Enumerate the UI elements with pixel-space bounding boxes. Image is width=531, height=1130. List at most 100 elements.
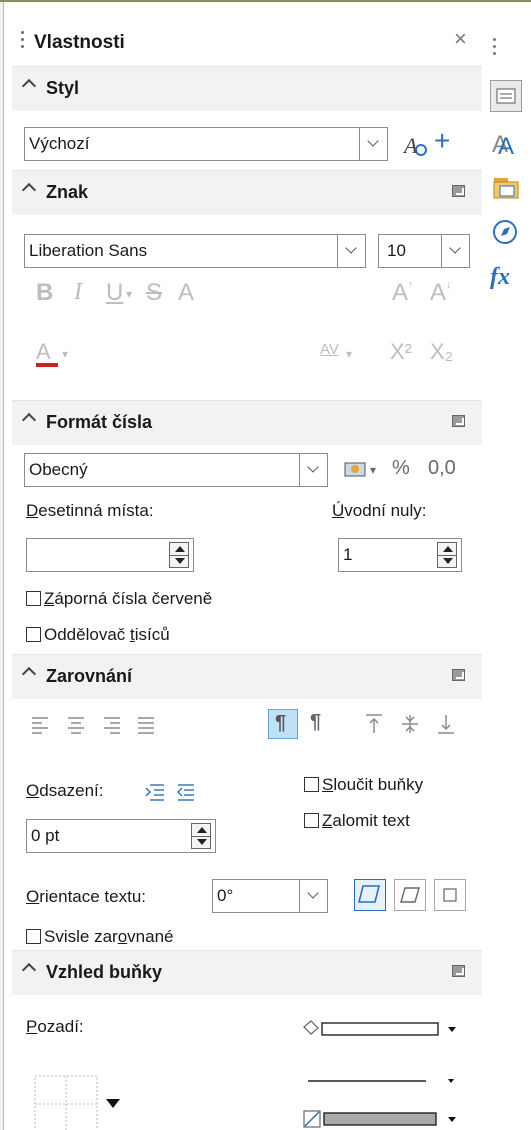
decimal-format-button[interactable]: 0,0 — [428, 457, 456, 480]
font-size-value: 10 — [387, 241, 406, 260]
dropdown-arrow-icon[interactable] — [448, 1027, 456, 1032]
section-title: Zarovnání — [46, 666, 133, 686]
underline-button[interactable]: U — [106, 279, 123, 307]
section-styl: Styl Výchozí A + — [12, 66, 482, 170]
ltr-direction-button[interactable]: ¶ — [268, 709, 298, 739]
dropdown-arrow-icon[interactable] — [106, 1099, 120, 1108]
more-options-icon[interactable] — [452, 185, 465, 197]
decrease-indent-icon[interactable] — [177, 784, 194, 801]
functions-tab[interactable]: fx — [490, 260, 522, 292]
tabbar-menu-icon[interactable] — [493, 38, 496, 59]
number-category-value: Obecný — [29, 460, 88, 479]
decimals-spinbox[interactable] — [26, 538, 194, 572]
chevron-down-icon[interactable] — [441, 235, 469, 267]
align-right-icon[interactable] — [104, 717, 120, 734]
section-header-styl[interactable]: Styl — [12, 67, 482, 111]
background-color-button[interactable] — [302, 1019, 462, 1039]
thousands-separator-checkbox[interactable]: Oddělovač tisíců — [26, 625, 170, 645]
chevron-down-icon[interactable] — [299, 880, 327, 912]
label-text: ozadí: — [37, 1017, 84, 1036]
section-znak: Znak Liberation Sans 10 B I U ▾ S A A↑ A… — [12, 170, 482, 400]
font-size-select[interactable]: 10 — [378, 234, 470, 268]
text-orientation-select[interactable]: 0° — [212, 879, 328, 913]
navigator-tab[interactable] — [490, 216, 522, 248]
shadow-button[interactable]: A — [178, 279, 194, 307]
properties-tab[interactable] — [490, 80, 522, 112]
styles-tab[interactable]: A A — [490, 128, 522, 160]
section-header-alignment[interactable]: Zarovnání — [12, 655, 482, 699]
chevron-down-icon[interactable] — [299, 454, 327, 486]
character-spacing-button[interactable]: AV — [320, 341, 339, 358]
currency-dropdown-icon[interactable]: ▾ — [370, 463, 376, 477]
mnemonic: Z — [322, 811, 333, 830]
checkbox-box — [304, 777, 319, 792]
align-middle-icon[interactable] — [402, 715, 418, 733]
close-panel-button[interactable]: × — [454, 26, 467, 52]
spacing-dropdown-icon[interactable]: ▾ — [346, 347, 352, 361]
chevron-up-icon — [21, 182, 37, 198]
grow-font-button[interactable]: A↑ — [392, 279, 414, 307]
square-icon — [443, 888, 457, 902]
number-category-select[interactable]: Obecný — [24, 453, 328, 487]
increase-indent-icon[interactable] — [145, 784, 164, 801]
cell-borders-button[interactable] — [34, 1075, 144, 1130]
dropdown-arrow-icon[interactable] — [448, 1117, 456, 1122]
more-options-icon[interactable] — [452, 669, 465, 681]
gallery-tab[interactable] — [490, 172, 522, 204]
subscript-button[interactable]: X₂ — [430, 339, 453, 365]
spin-arrows-icon[interactable] — [169, 542, 189, 568]
section-title: Vzhled buňky — [46, 962, 163, 982]
grow-font-icon: A — [392, 279, 409, 306]
wrap-text-checkbox[interactable]: Zalomit text — [304, 811, 410, 831]
shrink-font-button[interactable]: A↓ — [430, 279, 452, 307]
section-title: Styl — [46, 78, 80, 98]
chevron-down-icon[interactable] — [337, 235, 365, 267]
font-name-select[interactable]: Liberation Sans — [24, 234, 366, 268]
section-header-cell-appearance[interactable]: Vzhled buňky — [12, 951, 482, 995]
svg-text:fx: fx — [490, 264, 510, 290]
section-title: Znak — [46, 182, 89, 202]
section-alignment: Zarovnání ¶ ¶ Odsazení: Sloučit buňky Za… — [12, 654, 482, 950]
update-style-icon[interactable]: A — [402, 131, 428, 159]
currency-format-icon[interactable] — [344, 461, 368, 479]
merge-cells-checkbox[interactable]: Sloučit buňky — [304, 775, 423, 795]
align-left-icon[interactable] — [32, 717, 48, 734]
sidebar-tabbar: A A fx — [482, 20, 531, 1130]
indent-spinbox[interactable]: 0 pt — [26, 819, 216, 853]
leading-zeros-spinbox[interactable]: 1 — [338, 538, 462, 572]
vertically-stacked-checkbox[interactable]: Svisle zarovnané — [26, 927, 173, 947]
more-options-icon[interactable] — [452, 415, 465, 427]
negative-red-checkbox[interactable]: Záporná čísla červeně — [26, 589, 212, 609]
stacked-text-button[interactable] — [354, 879, 386, 911]
spin-arrows-icon[interactable] — [191, 823, 211, 849]
chevron-up-icon — [21, 78, 37, 94]
justify-icon[interactable] — [138, 717, 154, 734]
spin-arrows-icon[interactable] — [437, 542, 457, 568]
align-top-icon[interactable] — [366, 714, 382, 733]
strikethrough-button[interactable]: S — [146, 279, 162, 307]
superscript-button[interactable]: X² — [390, 339, 412, 365]
rtl-direction-button[interactable]: ¶ — [310, 711, 321, 734]
chevron-up-icon — [21, 666, 37, 682]
rotate-bottom-edge-button[interactable] — [394, 879, 426, 911]
align-bottom-icon[interactable] — [438, 715, 454, 734]
new-style-button[interactable]: + — [434, 125, 450, 157]
italic-button[interactable]: I — [74, 279, 82, 306]
panel-titlebar: Vlastnosti × — [12, 20, 482, 66]
section-header-znak[interactable]: Znak — [12, 171, 482, 215]
underline-dropdown-icon[interactable]: ▾ — [126, 287, 132, 301]
more-options-icon[interactable] — [452, 965, 465, 977]
bold-button[interactable]: B — [36, 279, 53, 307]
line-color-button[interactable] — [302, 1109, 462, 1130]
chevron-down-icon[interactable] — [359, 128, 387, 160]
line-style-button[interactable] — [302, 1073, 462, 1089]
dropdown-arrow-icon[interactable] — [448, 1079, 454, 1083]
section-header-format[interactable]: Formát čísla — [12, 401, 482, 445]
percent-format-button[interactable]: % — [392, 457, 410, 480]
style-select[interactable]: Výchozí — [24, 127, 388, 161]
align-center-icon[interactable] — [68, 717, 84, 734]
drag-grip-icon[interactable] — [21, 31, 25, 53]
font-color-button[interactable]: A — [36, 339, 58, 367]
rotate-cell-button[interactable] — [434, 879, 466, 911]
font-color-dropdown-icon[interactable]: ▾ — [62, 347, 68, 361]
